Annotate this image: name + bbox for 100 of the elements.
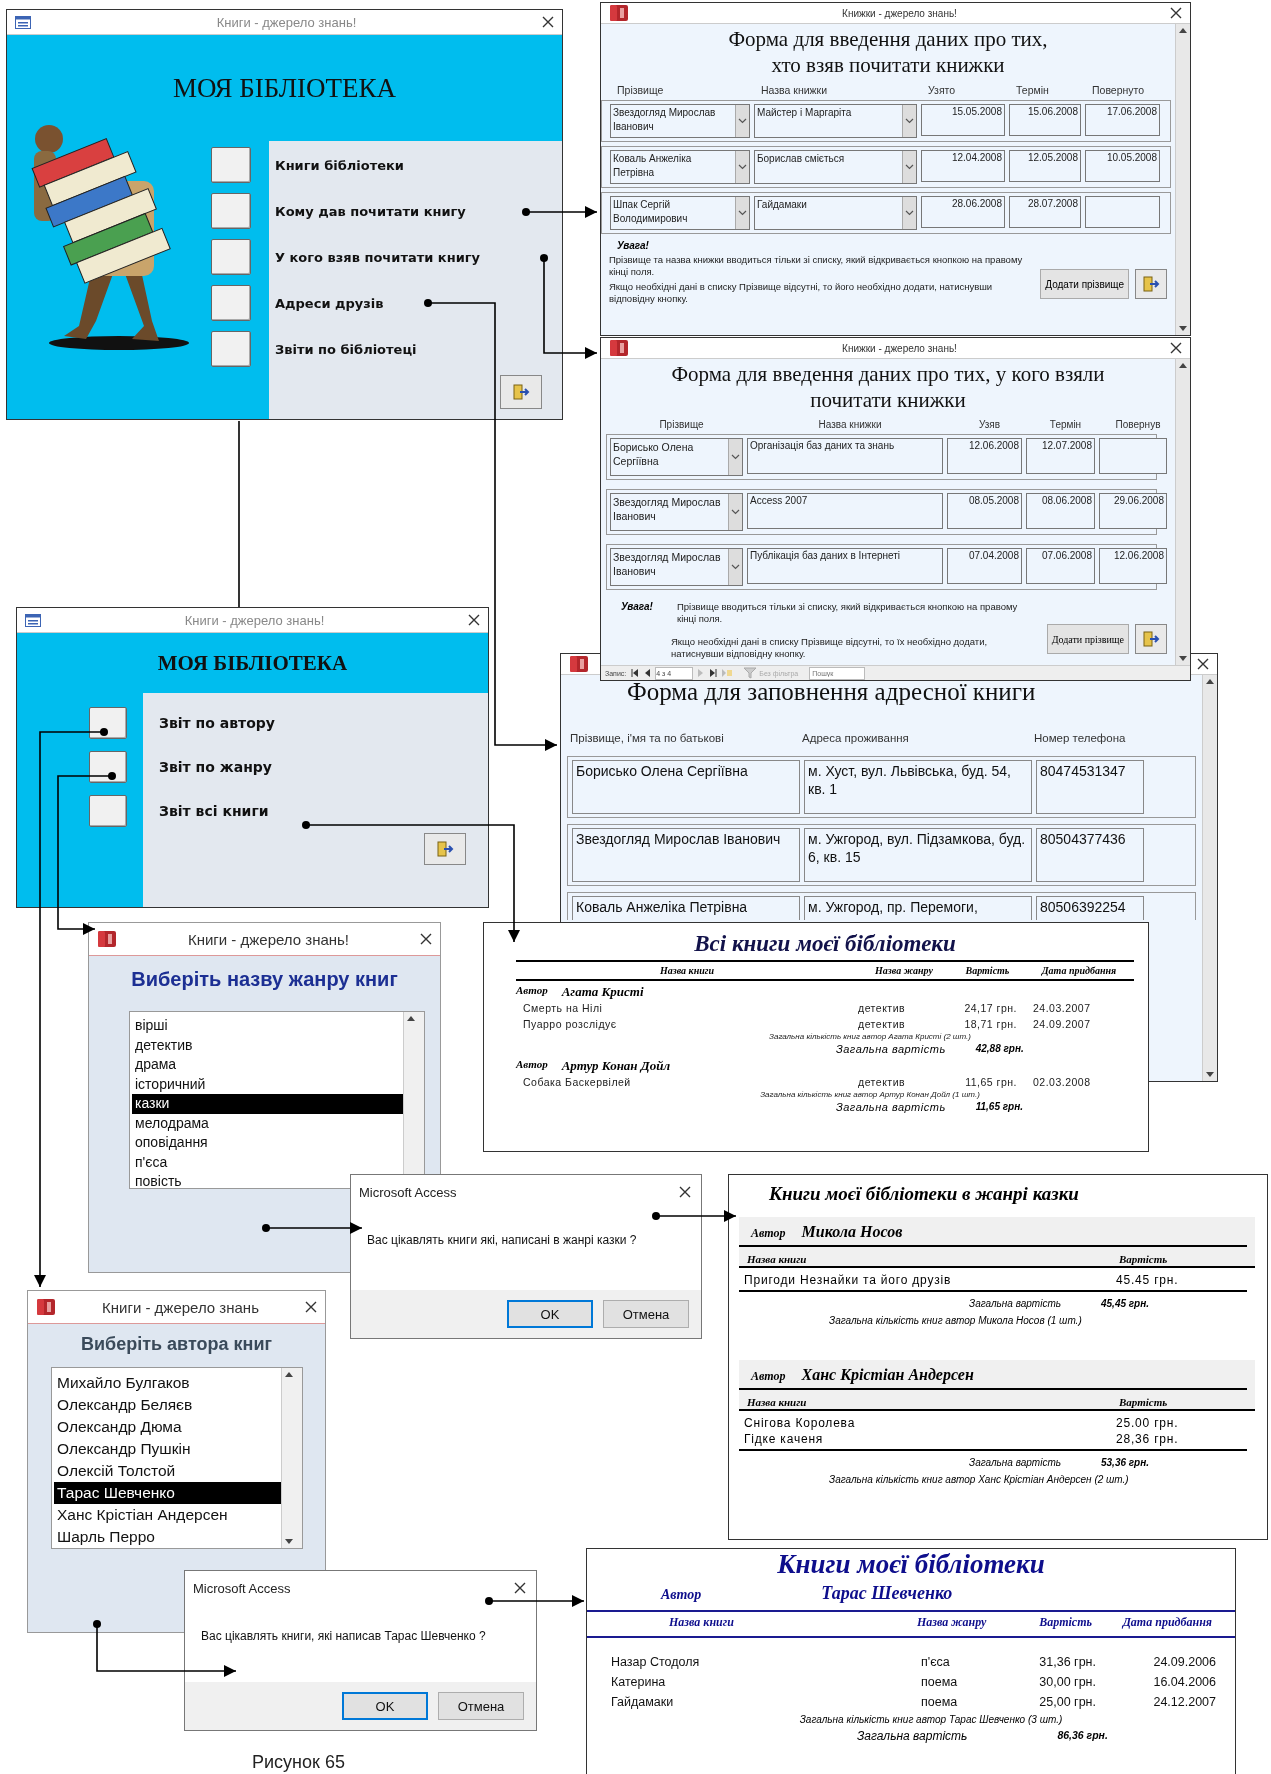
input-field[interactable]: 12.04.2008	[921, 150, 1005, 182]
column-header: Назва жанру	[917, 1615, 988, 1630]
list-item[interactable]: детектив	[132, 1035, 403, 1055]
close-icon[interactable]	[1197, 658, 1209, 670]
cancel-button[interactable]: Отмена	[438, 1692, 524, 1720]
list-item[interactable]: Ханс Крістіан Андерсен	[54, 1504, 281, 1526]
input-field[interactable]: 08.05.2008	[947, 493, 1022, 529]
close-icon[interactable]	[514, 1582, 526, 1594]
menu-button[interactable]	[89, 707, 127, 739]
list-item[interactable]: Тарас Шевченко	[54, 1482, 281, 1504]
cancel-button[interactable]: Отмена	[603, 1300, 689, 1328]
input-field[interactable]: 80506392254	[1036, 896, 1144, 920]
exit-button[interactable]	[500, 375, 542, 409]
vertical-scrollbar[interactable]	[281, 1368, 302, 1548]
menu-button[interactable]	[89, 751, 127, 783]
exit-button[interactable]	[1135, 269, 1167, 299]
input-field[interactable]: Борисько Олена Сергіївна	[572, 760, 800, 814]
input-field[interactable]: 28.07.2008	[1009, 196, 1081, 228]
list-item[interactable]: драма	[132, 1055, 403, 1075]
list-item[interactable]: п'єса	[132, 1152, 403, 1172]
author-name: Агата Кристі	[561, 984, 644, 1000]
previous-record-icon[interactable]	[644, 669, 651, 677]
input-field[interactable]: Коваль Анжеліка Петрівна	[572, 896, 800, 920]
input-field[interactable]	[1099, 438, 1167, 474]
input-field[interactable]: 17.06.2008	[1085, 104, 1160, 136]
last-record-icon[interactable]	[709, 669, 718, 677]
dialog-message: Вас цікавлять книги які, написані в жанрі казки ?	[367, 1233, 637, 1247]
table-cell-text: 11,65 грн.	[964, 1075, 1018, 1090]
input-field[interactable]: м. Ужгород, пр. Перемоги,	[804, 896, 1032, 920]
input-field[interactable]: 15.06.2008	[1009, 104, 1081, 136]
combo-field[interactable]: Звездогляд Мирослав Іванович	[610, 493, 743, 531]
exit-door-icon	[512, 384, 530, 400]
input-field[interactable]: 12.05.2008	[1009, 150, 1081, 182]
combo-field[interactable]: Майстер і Маргаріта	[754, 104, 917, 138]
input-field[interactable]: 07.06.2008	[1026, 548, 1095, 584]
table-cell-text: Назар Стодоля	[611, 1654, 701, 1671]
input-field[interactable]: Організація баз даних та знань	[747, 438, 943, 474]
vertical-scrollbar[interactable]	[1175, 24, 1190, 335]
combo-field[interactable]: Коваль Анжеліка Петрівна	[610, 150, 750, 184]
exit-button[interactable]	[424, 833, 466, 865]
list-item[interactable]: мелодрама	[132, 1113, 403, 1133]
first-record-icon[interactable]	[631, 669, 640, 677]
close-icon[interactable]	[1170, 7, 1182, 19]
list-item[interactable]: Шарль Перро	[54, 1526, 281, 1548]
close-icon[interactable]	[1170, 342, 1182, 354]
input-field[interactable]: 07.04.2008	[947, 548, 1022, 584]
list-item[interactable]: історичний	[132, 1074, 403, 1094]
input-field[interactable]	[1085, 196, 1160, 228]
form-icon	[25, 613, 41, 627]
list-box[interactable]: Михайло Булгаков Олександр Беляєв Олександр Дюма Олександр Пушкін Олексій Толстой Тарас Шевченко Ханс Крістіан Андерсен Шарль Перро	[51, 1367, 303, 1549]
input-field[interactable]: Публікація баз даних в Інтернеті	[747, 548, 943, 584]
list-item[interactable]: казки	[132, 1094, 403, 1114]
input-field[interactable]: 29.06.2008	[1099, 493, 1167, 529]
dialog-message: Вас цікавлять книги, які написав Тарас Шевченко ?	[201, 1629, 486, 1643]
vertical-scrollbar[interactable]	[1202, 675, 1217, 1081]
list-item[interactable]: Олександр Пушкін	[54, 1438, 281, 1460]
input-field[interactable]: 15.05.2008	[921, 104, 1005, 136]
input-field[interactable]: м. Ужгород, вул. Підзамкова, буд. 6, кв. 15	[804, 828, 1032, 882]
input-field[interactable]: 12.06.2008	[947, 438, 1022, 474]
input-field[interactable]: 28.06.2008	[921, 196, 1005, 228]
ok-button[interactable]: OK	[342, 1692, 428, 1720]
input-field[interactable]: Звездогляд Мирослав Іванович	[572, 828, 800, 882]
total-value: 53,36 грн.	[1101, 1457, 1150, 1468]
list-item[interactable]: вірші	[132, 1016, 403, 1036]
input-field[interactable]: 12.07.2008	[1026, 438, 1095, 474]
table-cell-text: детектив	[858, 1001, 907, 1016]
close-icon[interactable]	[468, 614, 480, 626]
combo-field[interactable]: Борислав сміється	[754, 150, 917, 184]
input-field[interactable]: 10.05.2008	[1085, 150, 1160, 182]
vertical-scrollbar[interactable]	[1175, 359, 1190, 665]
input-field[interactable]: 12.06.2008	[1099, 548, 1167, 584]
total-value: 45,45 грн.	[1101, 1298, 1150, 1309]
combo-field[interactable]: Борисько Олена Сергіївна	[610, 438, 743, 476]
close-icon[interactable]	[542, 16, 554, 28]
input-field[interactable]: 08.06.2008	[1026, 493, 1095, 529]
warning-label: Увага!	[616, 240, 650, 251]
combo-field[interactable]: Шпак Сергій Володимирович	[610, 196, 750, 230]
list-item[interactable]: оповідання	[132, 1133, 403, 1153]
close-icon[interactable]	[679, 1186, 691, 1198]
list-item[interactable]: Олександр Дюма	[54, 1416, 281, 1438]
input-field[interactable]: м. Хуст, вул. Львівська, буд. 54, кв. 1	[804, 760, 1032, 814]
input-field[interactable]: Access 2007	[747, 493, 943, 529]
input-field[interactable]: 80474531347	[1036, 760, 1144, 814]
table-cell-text: 45.45 грн.	[1116, 1272, 1180, 1288]
list-box[interactable]: вірші детектив драма історичний казки мелодрама оповідання п'єса повість	[129, 1011, 425, 1189]
close-icon[interactable]	[420, 933, 432, 945]
list-item[interactable]: Михайло Булгаков	[54, 1372, 281, 1394]
input-field[interactable]: 80504377436	[1036, 828, 1144, 882]
list-item[interactable]: Олексій Толстой	[54, 1460, 281, 1482]
exit-button[interactable]	[1135, 624, 1167, 654]
add-surname-button[interactable]: Додати прізвище	[1040, 269, 1129, 299]
ok-button[interactable]: OK	[507, 1300, 593, 1328]
combo-field[interactable]: Звездогляд Мирослав Іванович	[610, 548, 743, 586]
list-item[interactable]: Олександр Беляєв	[54, 1394, 281, 1416]
combo-field[interactable]: Гайдамаки	[754, 196, 917, 230]
note-text: Прізвище вводиться тільки зі списку, який відкривається кнопкою на правому кінці поля.	[677, 601, 1019, 625]
add-surname-button[interactable]: Додати прізвище	[1046, 624, 1129, 654]
combo-field[interactable]: Звездогляд Мирослав Іванович	[610, 104, 750, 138]
close-icon[interactable]	[305, 1301, 317, 1313]
report-title: Книги моєї бібліотеки в жанрі казки	[768, 1183, 1080, 1205]
